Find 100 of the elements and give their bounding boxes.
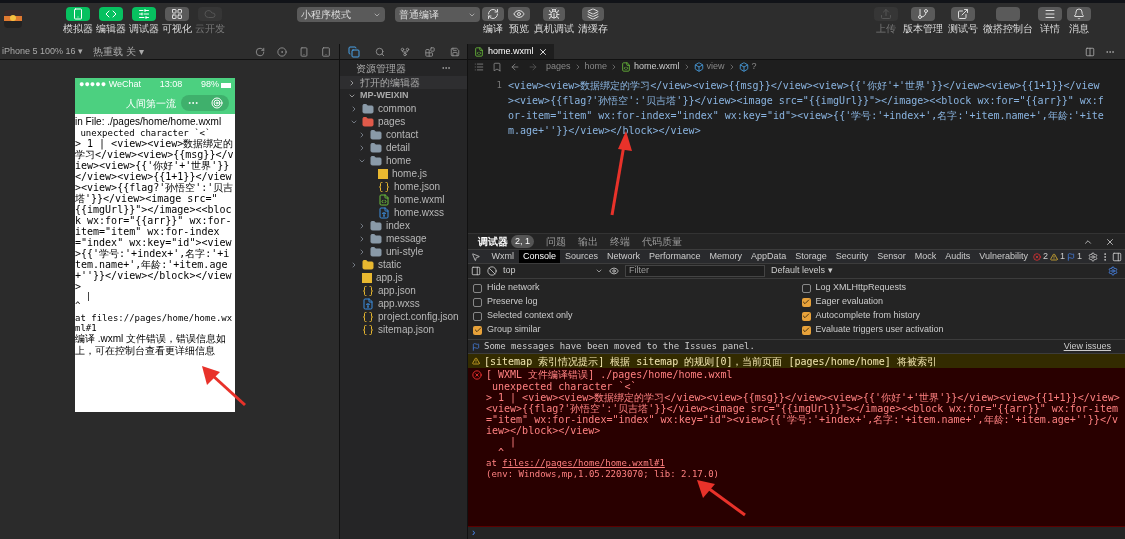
eye-icon[interactable]	[609, 266, 619, 276]
search-icon[interactable]	[374, 46, 385, 57]
sidebar-icon[interactable]	[471, 266, 481, 276]
checkbox[interactable]	[473, 283, 482, 293]
mode-select[interactable]: 小程序模式	[297, 7, 385, 22]
settings-icon[interactable]	[1108, 266, 1118, 276]
tree-item[interactable]: contact	[386, 127, 419, 142]
collapsed-caret-icon[interactable]	[358, 143, 366, 152]
devtools-tab[interactable]: Security	[831, 250, 873, 263]
tree-item[interactable]: detail	[386, 140, 410, 155]
tree-item[interactable]: home.js	[392, 166, 427, 181]
bookmark-icon[interactable]	[492, 62, 502, 72]
tree-item[interactable]: app.json	[378, 283, 416, 298]
mode-toggle[interactable]	[65, 7, 90, 21]
tree-item[interactable]: home.json	[394, 179, 441, 194]
branch-icon[interactable]	[399, 46, 410, 57]
tree-item[interactable]: message	[386, 231, 427, 246]
collapsed-caret-icon[interactable]	[358, 234, 366, 243]
toolbar-button[interactable]	[508, 7, 530, 21]
back-icon[interactable]	[510, 62, 520, 72]
devtools-tab[interactable]: Network	[603, 250, 645, 263]
tree-item[interactable]: app.js	[376, 270, 403, 285]
checkbox[interactable]	[801, 297, 811, 307]
devtools-tab[interactable]: Storage	[791, 250, 831, 263]
checkbox[interactable]	[801, 325, 811, 335]
toolbar-button[interactable]	[543, 7, 565, 21]
split-icon[interactable]	[1085, 46, 1095, 57]
settings-icon[interactable]	[1088, 251, 1098, 262]
devtools-tab[interactable]: Wxml	[487, 250, 518, 263]
close-icon[interactable]	[537, 46, 548, 57]
devtools-tab[interactable]: Vulnerability	[975, 250, 1032, 263]
hot-reload-select[interactable]: 热重载 关 ▾	[93, 44, 144, 59]
collapsed-caret-icon[interactable]	[358, 247, 366, 256]
blocks-icon[interactable]	[424, 46, 435, 57]
toolbar-button[interactable]	[582, 7, 604, 21]
checkbox[interactable]	[801, 311, 811, 321]
source-link[interactable]: files://pages/home/home.wxml#1	[502, 458, 665, 468]
record-icon[interactable]	[277, 46, 287, 57]
levels-select[interactable]: Default levels ▾	[771, 264, 833, 278]
editor-tab[interactable]: home.wxml	[468, 44, 554, 59]
tree-item[interactable]: sitemap.json	[378, 322, 435, 337]
collapsed-caret-icon[interactable]	[350, 260, 358, 269]
devtools-tab[interactable]: Console	[519, 250, 560, 263]
tree-item[interactable]: index	[386, 218, 410, 233]
devtools-tab[interactable]: Audits	[941, 250, 975, 263]
checkbox[interactable]	[473, 311, 482, 321]
toolbar-button[interactable]	[951, 7, 975, 21]
tree-item[interactable]: home	[386, 153, 411, 168]
rotate-icon[interactable]	[255, 46, 265, 57]
console-prompt[interactable]: ›	[468, 527, 1125, 539]
checkbox[interactable]	[473, 325, 482, 335]
devtools-tab[interactable]: Performance	[645, 250, 705, 263]
breadcrumb-item[interactable]: home	[584, 60, 608, 74]
close-icon[interactable]	[1105, 236, 1115, 247]
device-select[interactable]: iPhone 5 100% 16 ▾	[2, 44, 84, 59]
panel-tab[interactable]: 终端	[610, 234, 630, 249]
checkbox[interactable]	[473, 297, 482, 307]
devtools-tab[interactable]: Sensor	[873, 250, 910, 263]
tree-item[interactable]: pages	[378, 114, 406, 129]
toolbar-button[interactable]	[1067, 7, 1091, 21]
devtools-tab[interactable]: Memory	[705, 250, 747, 263]
panel-tab[interactable]: 输出	[578, 234, 598, 249]
dock-icon[interactable]	[1112, 251, 1122, 262]
toolbar-button[interactable]	[911, 7, 935, 21]
panel-tab[interactable]: 调试器	[478, 234, 508, 249]
mode-toggle[interactable]	[131, 7, 156, 21]
breadcrumb-item[interactable]: view	[706, 60, 725, 74]
tree-item[interactable]: app.wxss	[378, 296, 420, 311]
collapsed-caret-icon[interactable]	[358, 221, 366, 230]
clear-icon[interactable]	[487, 266, 497, 276]
devtools-tab[interactable]: Mock	[910, 250, 941, 263]
collapsed-caret-icon[interactable]	[350, 104, 358, 113]
view-issues-link[interactable]: View issues	[1063, 339, 1111, 354]
checkbox[interactable]	[801, 283, 811, 293]
files-icon[interactable]	[347, 45, 360, 58]
tree-item[interactable]: project.config.json	[378, 309, 459, 324]
breadcrumb-item[interactable]: home.wxml	[634, 60, 680, 74]
inspect-icon[interactable]	[471, 251, 481, 262]
tree-item[interactable]: static	[378, 257, 402, 272]
mode-toggle[interactable]	[164, 7, 189, 21]
collapsed-caret-icon[interactable]	[358, 130, 366, 139]
toolbar-button[interactable]	[1038, 7, 1062, 21]
tree-item[interactable]: uni-style	[386, 244, 424, 259]
section-header[interactable]: MP-WEIXIN	[360, 88, 409, 103]
collapsed-caret-icon[interactable]	[348, 78, 356, 87]
panel-tab[interactable]: 代码质量	[642, 234, 682, 249]
breadcrumb-item[interactable]: ?	[751, 60, 757, 74]
tree-item[interactable]: home.wxml	[394, 192, 445, 207]
compile-select[interactable]: 普通编译	[395, 7, 480, 22]
panel-tab[interactable]: 问题	[546, 234, 566, 249]
devtools-tab[interactable]: AppData	[747, 250, 791, 263]
context-select[interactable]: top	[503, 264, 603, 278]
devtools-tab[interactable]: Sources	[561, 250, 603, 263]
filter-field[interactable]: Filter	[625, 265, 765, 277]
breadcrumb-item[interactable]: pages	[546, 60, 571, 74]
tree-item[interactable]: home.wxss	[394, 205, 444, 220]
window-icon[interactable]	[321, 46, 331, 57]
phone-icon[interactable]	[299, 46, 309, 57]
tree-item[interactable]: common	[378, 101, 417, 116]
toolbar-button[interactable]	[482, 7, 504, 21]
